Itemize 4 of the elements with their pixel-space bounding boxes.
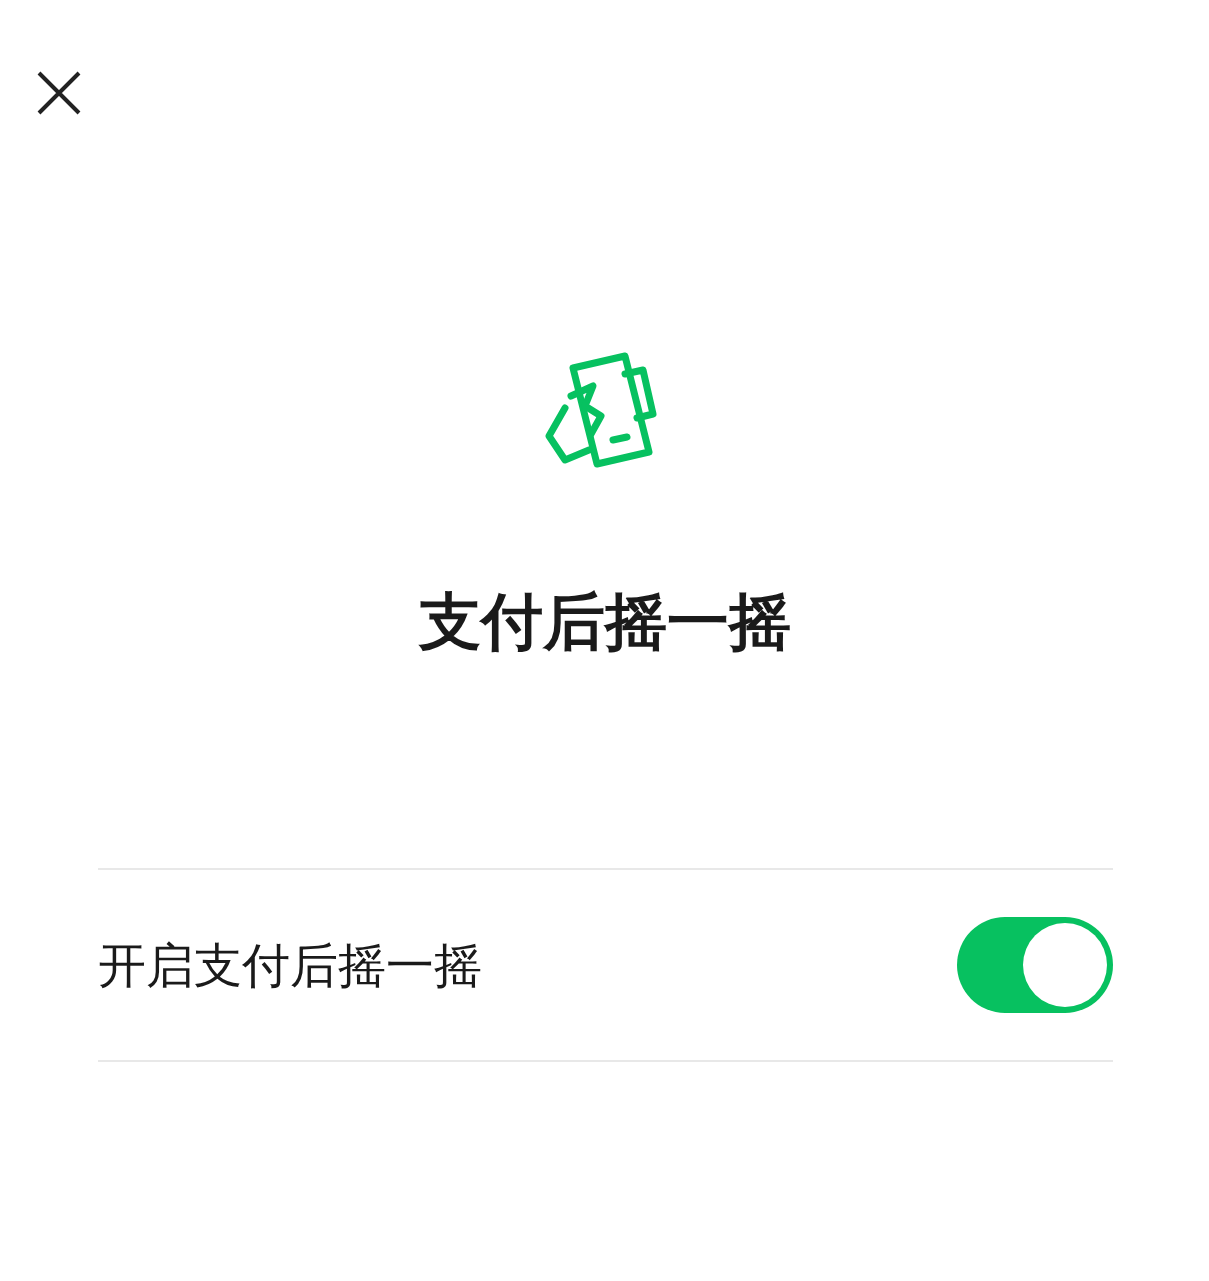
setting-label: 开启支付后摇一摇: [98, 936, 482, 995]
close-icon: [36, 70, 82, 116]
close-button[interactable]: [36, 70, 82, 116]
page-title: 支付后摇一摇: [418, 584, 791, 660]
